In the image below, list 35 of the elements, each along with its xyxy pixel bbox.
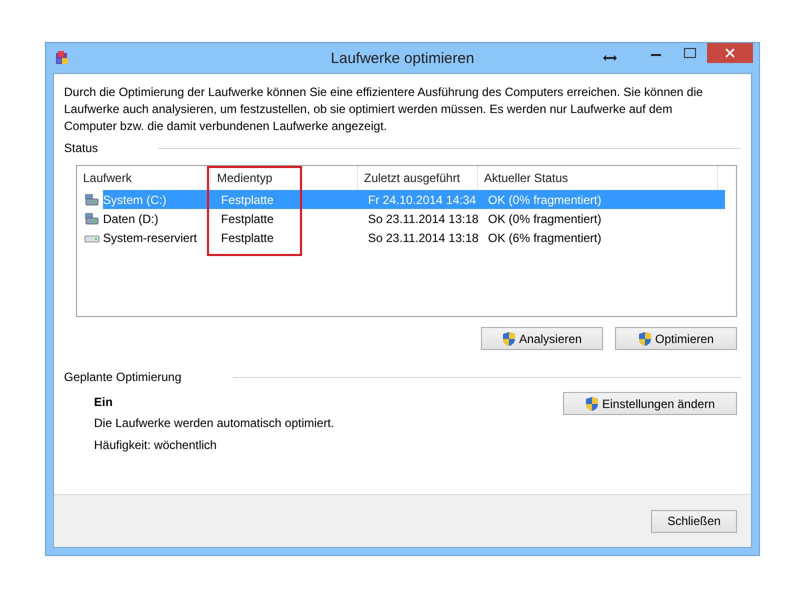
- drive-row[interactable]: System-reserviert Festplatte So 23.11.2014 13:18 OK (6% fragmentiert): [103, 228, 725, 247]
- app-icon: [54, 50, 70, 66]
- table-cell-text: Fr 24.10.2014 14:34: [367, 192, 478, 206]
- maximize-icon: [684, 48, 696, 58]
- table-cell-text: OK (0% fragmentiert): [487, 192, 602, 206]
- settings-button[interactable]: Einstellungen ändern: [563, 392, 737, 415]
- action-button[interactable]: Analysieren: [481, 327, 603, 350]
- table-cell-text: Festplatte: [220, 192, 275, 206]
- drive-row[interactable]: Daten (D:) Festplatte So 23.11.2014 13:18 OK (0% fragmentiert): [103, 209, 725, 228]
- intro-text: Durch die Optimierung der Laufwerke können Sie eine effizientere Ausführung des Computers erreichen. Sie können die Laufwerke auch analysieren, um festzustellen, ob sie optimiert werden müssen. Es werden nur Laufwerke auf dem Computer bzw. die damit verbundenen Laufwerke angezeigt.: [64, 84, 704, 135]
- close-icon: [725, 48, 735, 58]
- table-cell-text: So 23.11.2014 13:18: [367, 230, 480, 244]
- table-cell-text: System-reserviert: [103, 230, 198, 244]
- drive-icon: [84, 192, 100, 206]
- shield-icon: [638, 330, 652, 346]
- close-button[interactable]: [707, 43, 753, 63]
- drive-icon: [84, 212, 100, 226]
- resize-icon: [603, 54, 617, 62]
- shield-icon: [585, 396, 600, 412]
- window-title: Laufwerke optimieren: [330, 50, 476, 66]
- table-cell-text: System (C:): [103, 192, 168, 206]
- close-dialog-button[interactable]: Schließen: [651, 510, 737, 532]
- table-cell-text: Festplatte: [220, 230, 275, 244]
- table-cell-text: OK (6% fragmentiert): [487, 230, 602, 244]
- shield-icon: [502, 330, 516, 346]
- action-button[interactable]: Optimieren: [615, 327, 737, 350]
- section-heading: Status: [64, 141, 98, 155]
- table-cell-text: Daten (D:): [103, 212, 160, 226]
- section-heading: Geplante Optimierung: [64, 370, 182, 384]
- table-cell-text: Festplatte: [220, 212, 275, 226]
- schedule-state: Ein: [94, 394, 114, 411]
- schedule-frequency: Häufigkeit: wöchentlich: [94, 437, 218, 454]
- schedule-description: Die Laufwerke werden automatisch optimiert.: [94, 415, 334, 432]
- table-cell-text: So 23.11.2014 13:18: [367, 212, 480, 226]
- table-cell-text: OK (0% fragmentiert): [487, 212, 602, 226]
